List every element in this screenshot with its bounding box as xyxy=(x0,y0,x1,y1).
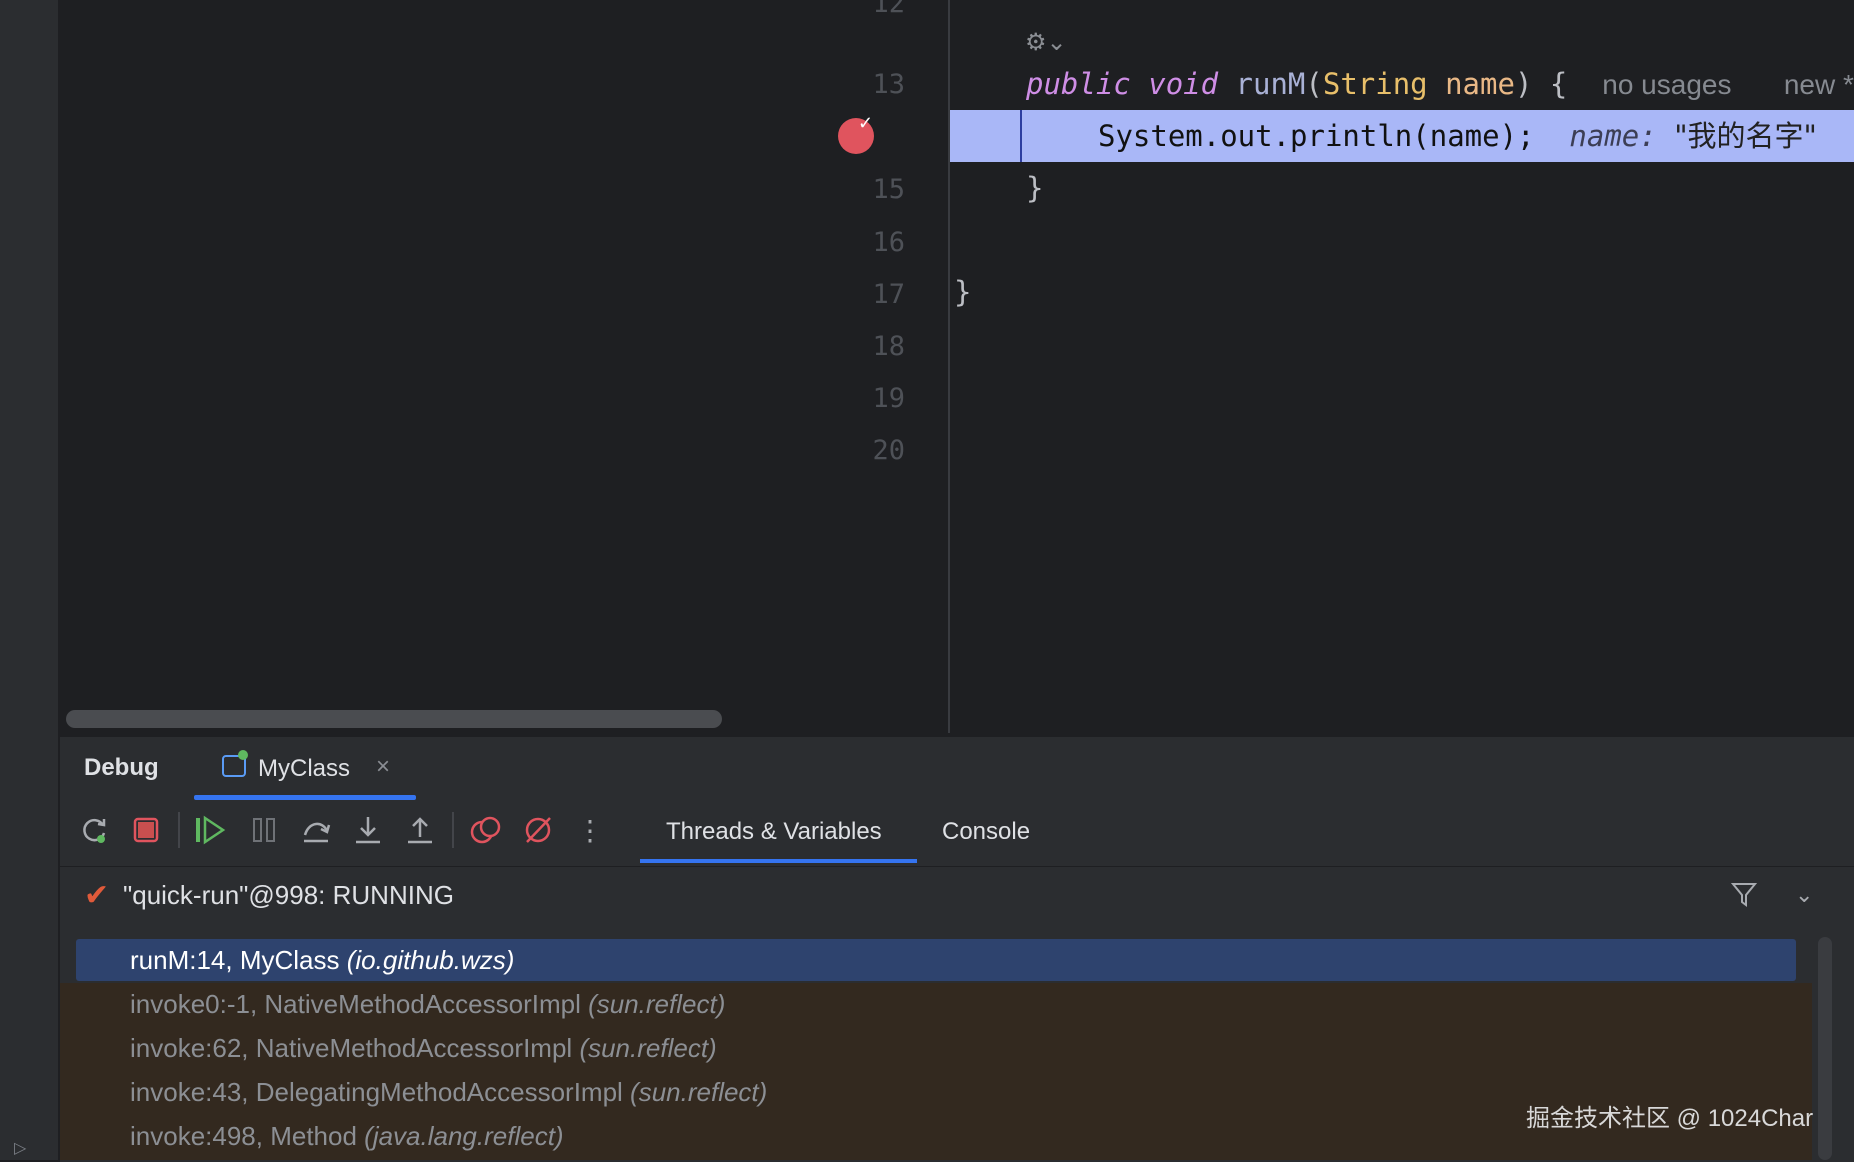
view-breakpoints-icon[interactable] xyxy=(466,810,506,850)
resume-icon[interactable] xyxy=(190,810,230,850)
step-over-icon[interactable] xyxy=(296,810,336,850)
watermark: 掘金技术社区 @ 1024Char xyxy=(1526,1105,1814,1132)
tab-active-indicator xyxy=(640,859,917,863)
pause-icon[interactable] xyxy=(244,810,284,850)
close-icon[interactable]: × xyxy=(376,753,390,781)
code-line-15: } xyxy=(1026,171,1044,205)
tab-console[interactable]: Console xyxy=(942,818,1030,846)
step-out-icon[interactable] xyxy=(400,810,440,850)
mute-breakpoints-icon[interactable] xyxy=(518,810,558,850)
step-into-icon[interactable] xyxy=(348,810,388,850)
running-indicator-icon xyxy=(238,750,248,760)
debug-title: Debug xyxy=(84,754,159,781)
inline-value-name: name: xyxy=(1569,119,1657,153)
rerun-icon[interactable] xyxy=(75,810,115,850)
editor-left-pane xyxy=(60,0,815,733)
vertical-scrollbar[interactable] xyxy=(1818,937,1832,1160)
gear-icon[interactable]: ⚙⌄ xyxy=(1025,28,1067,57)
breakpoint-check-icon: ✓ xyxy=(858,113,874,133)
more-icon[interactable]: ⋮ xyxy=(570,810,610,850)
list-item[interactable]: invoke:62, NativeMethodAccessorImpl (sun… xyxy=(130,1026,717,1070)
line-number: 20 xyxy=(872,435,905,466)
tab-threads-variables[interactable]: Threads & Variables xyxy=(666,818,882,846)
list-item[interactable]: invoke:43, DelegatingMethodAccessorImpl … xyxy=(130,1070,767,1114)
current-line-indent-guide xyxy=(1020,110,1022,162)
usages-hint[interactable]: no usages xyxy=(1602,69,1731,100)
toolbar-separator xyxy=(178,812,180,848)
code-line-14: System.out.println(name); name: "我的名字" xyxy=(1098,119,1817,153)
line-number: 15 xyxy=(872,174,905,205)
tab-myclass-label[interactable]: MyClass xyxy=(258,755,350,783)
thread-label[interactable]: "quick-run"@998: RUNNING xyxy=(123,880,454,911)
stop-icon[interactable] xyxy=(126,810,166,850)
filter-icon[interactable] xyxy=(1730,880,1758,915)
line-number: 18 xyxy=(872,331,905,362)
tab-active-indicator xyxy=(194,795,416,800)
author-hint[interactable]: new * xyxy=(1784,69,1854,100)
line-number: 12 xyxy=(872,0,905,19)
line-number: 19 xyxy=(872,383,905,414)
list-item[interactable]: invoke0:-1, NativeMethodAccessorImpl (su… xyxy=(130,982,725,1026)
horizontal-scrollbar[interactable] xyxy=(66,710,722,728)
line-number: 17 xyxy=(872,279,905,310)
line-number: 13 xyxy=(872,69,905,100)
check-icon: ✔ xyxy=(84,879,110,912)
code-line-17: } xyxy=(954,275,972,309)
code-line-13: public void runM(String name) { no usage… xyxy=(1026,67,1854,101)
line-number: 16 xyxy=(872,227,905,258)
corner-arrow-icon[interactable]: ▷ xyxy=(14,1138,30,1157)
list-item[interactable]: invoke:498, Method (java.lang.reflect) xyxy=(130,1114,564,1158)
editor-gutter: 12 13 15 16 17 18 19 20 xyxy=(815,0,950,733)
inline-value: "我的名字" xyxy=(1674,119,1817,153)
chevron-down-icon[interactable]: ⌄ xyxy=(1795,882,1813,908)
tool-window-stripe: ▷ xyxy=(0,0,60,1160)
toolbar-separator xyxy=(452,812,454,848)
list-item[interactable]: runM:14, MyClass (io.github.wzs) xyxy=(130,938,514,982)
